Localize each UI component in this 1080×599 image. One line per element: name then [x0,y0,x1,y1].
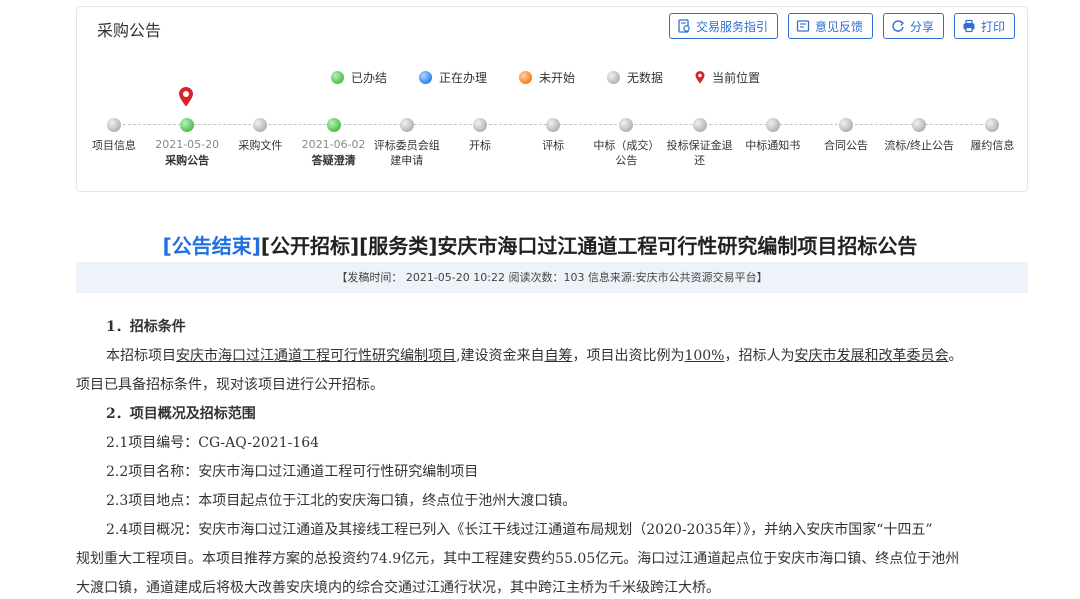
doing-dot-icon [419,71,433,84]
status-legend: 已办结 正在办理 未开始 无数据 当前位置 [331,69,792,86]
timeline-step[interactable]: 2021-06-02 答疑澄清 [299,115,369,168]
step-label: 答疑澄清 [311,154,356,167]
step-label: 流标/终止公告 [884,139,955,152]
step-label: 中标（成交）公告 [593,139,660,167]
step-label: 投标保证金退还 [666,139,733,167]
fund-ratio: 100% [684,348,725,364]
feedback-button[interactable]: 意见反馈 [787,13,873,39]
print-icon [963,19,975,33]
progress-panel: 采购公告 交易服务指引 意见反馈 分享 打印 已办结 正在办理 未开始 无数据 … [76,6,1028,192]
timeline-step[interactable]: 投标保证金退还 [665,115,735,168]
step-date: 2021-06-02 [301,138,366,151]
item-project-overview-line-3: 大渡口镇，通道建成后将极大改善安庆境内的综合交通过江通行状况，其中跨江主桥为千米… [76,580,720,596]
step-status-dot-icon [546,118,561,132]
legend-doing: 正在办理 [419,69,487,86]
legend-doing-label: 正在办理 [439,71,488,85]
none-dot-icon [607,71,621,84]
section-heading-2: 2．项目概况及招标范围 [106,406,256,422]
share-icon [892,20,904,32]
legend-current-label: 当前位置 [712,71,761,85]
item-project-name: 2.2项目名称：安庆市海口过江通道工程可行性研究编制项目 [106,464,479,480]
step-status-dot-icon [473,118,487,132]
step-status-dot-icon [692,118,707,132]
timeline-step[interactable]: 履约信息 [957,115,1027,153]
step-status-dot-icon [107,118,121,132]
feedback-button-label: 意见反馈 [814,19,863,34]
toolbar: 交易服务指引 意见反馈 分享 打印 [668,13,1015,39]
feedback-icon [796,20,810,32]
step-label: 中标通知书 [745,139,801,152]
timeline-step[interactable]: 流标/终止公告 [884,115,954,153]
timeline-step[interactable]: 合同公告 [811,115,881,153]
timeline-step[interactable]: 2021-05-20 采购公告 [152,115,222,168]
item-project-overview: 2.4项目概况：安庆市海口过江通道及其接线工程已列入《长江干线过江通道布局规划（… [106,522,933,538]
legend-todo-label: 未开始 [539,71,576,85]
timeline-step[interactable]: 评标委员会组建申请 [372,115,442,168]
share-button-label: 分享 [909,19,934,34]
timeline-step[interactable]: 项目信息 [79,115,149,153]
step-status-dot-icon [326,118,341,132]
step-label: 项目信息 [92,139,136,152]
legend-todo: 未开始 [519,69,575,86]
current-position-pin-icon [179,87,193,107]
timeline-step[interactable]: 开标 [445,115,515,153]
step-label: 采购公告 [165,154,210,167]
step-label: 合同公告 [824,139,868,152]
step-status-dot-icon [399,118,414,132]
article-title: [公告结束][公开招标][服务类]安庆市海口过江通道工程可行性研究编制项目招标公… [0,230,1080,259]
fund-source: 自筹 [544,348,573,364]
step-date: 2021-05-20 [155,138,220,151]
item-project-number: 2.1项目编号：CG-AQ-2021-164 [106,435,320,451]
step-status-dot-icon [912,118,927,132]
legend-done: 已办结 [331,69,387,86]
section-heading-1: 1．招标条件 [106,319,186,335]
step-status-dot-icon [765,118,780,132]
paragraph-1: 本招标项目安庆市海口过江通道工程可行性研究编制项目,建设资金来自自筹，项目出资比… [106,348,963,364]
step-label: 履约信息 [970,139,1015,152]
timeline-step[interactable]: 采购文件 [225,115,295,153]
timeline-step[interactable]: 中标（成交）公告 [591,115,661,168]
location-pin-icon [695,71,705,84]
title-text: [公开招标][服务类]安庆市海口过江通道工程可行性研究编制项目招标公告 [260,234,918,258]
timeline-step[interactable]: 评标 [518,115,588,153]
guide-button[interactable]: 交易服务指引 [668,13,778,39]
todo-dot-icon [519,71,533,84]
step-status-dot-icon [839,118,853,132]
tenderer-name: 安庆市发展和改革委员会 [794,348,949,364]
legend-none: 无数据 [607,69,663,86]
step-label: 评标委员会组建申请 [373,139,440,167]
step-label: 开标 [469,139,491,152]
legend-current: 当前位置 [695,69,760,86]
item-project-overview-line-2: 规划重大工程项目。本项目推荐方案的总投资约74.9亿元，其中工程建安费约55.0… [76,551,960,567]
step-label: 评标 [542,139,565,152]
timeline-step[interactable]: 中标通知书 [738,115,808,153]
print-button-label: 打印 [980,19,1005,34]
done-dot-icon [331,71,344,84]
progress-timeline: 项目信息 2021-05-20 采购公告 采购文件 2021-06-02 答疑澄清 评标委员… [77,115,1029,189]
legend-done-label: 已办结 [351,71,388,85]
status-tag: [公告结束] [162,234,261,258]
step-label: 采购文件 [238,139,283,152]
panel-title: 采购公告 [97,21,162,40]
step-status-dot-icon [985,118,1000,132]
step-status-dot-icon [180,118,195,132]
project-name-link: 安庆市海口过江通道工程可行性研究编制项目 [176,348,456,364]
guide-icon [678,19,690,33]
share-button[interactable]: 分享 [882,13,944,39]
print-button[interactable]: 打印 [953,13,1015,39]
paragraph-1-line-2: 项目已具备招标条件，现对该项目进行公开招标。 [76,377,384,393]
guide-button-label: 交易服务指引 [695,19,768,34]
article-meta: 【发稿时间： 2021-05-20 10:22 阅读次数：103 信息来源:安庆… [76,262,1028,293]
item-project-location: 2.3项目地点：本项目起点位于江北的安庆海口镇，终点位于池州大渡口镇。 [106,493,577,509]
legend-none-label: 无数据 [627,71,664,85]
step-status-dot-icon [253,118,268,132]
step-status-dot-icon [619,118,634,132]
